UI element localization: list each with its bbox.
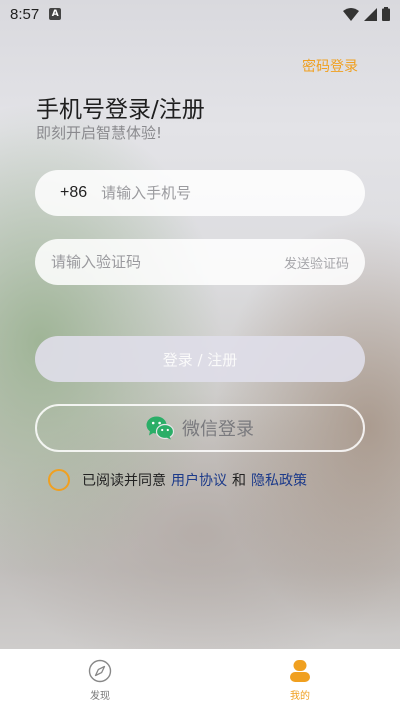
tab-discover-label: 发现 [90, 690, 110, 702]
login-register-label: 登录 / 注册 [162, 350, 238, 369]
send-code-button[interactable]: 发送验证码 [284, 253, 349, 272]
password-login-link[interactable]: 密码登录 [302, 56, 358, 76]
page-title: 手机号登录/注册 [36, 97, 205, 123]
verification-code-field: 发送验证码 [35, 239, 365, 285]
privacy-policy-link[interactable]: 隐私政策 [251, 470, 307, 490]
user-agreement-link[interactable]: 用户协议 [171, 470, 227, 490]
status-icons [343, 7, 390, 21]
agreement-prefix-text: 已阅读并同意 [82, 473, 166, 489]
page-subtitle: 即刻开启智慧体验! [36, 124, 163, 142]
wechat-icon [146, 416, 174, 440]
wechat-login-button[interactable]: 微信登录 [35, 404, 365, 452]
tab-discover[interactable]: 发现 [0, 649, 200, 711]
user-icon [290, 659, 310, 682]
tab-mine[interactable]: 我的 [200, 649, 400, 711]
signal-icon [364, 7, 377, 21]
login-register-button[interactable]: 登录 / 注册 [35, 336, 365, 382]
phone-field: +86 [35, 170, 365, 216]
country-code[interactable]: +86 [60, 184, 87, 202]
agreement-row: 已阅读并同意 用户协议 和 隐私政策 [48, 469, 312, 491]
battery-icon [382, 7, 390, 21]
wechat-login-label: 微信登录 [182, 419, 254, 440]
agreement-checkbox[interactable] [48, 469, 70, 491]
verification-code-input[interactable] [51, 253, 284, 271]
status-bar: 8:57 A [0, 0, 400, 28]
bottom-tab-bar: 发现 我的 [0, 649, 400, 711]
phone-input[interactable] [101, 184, 349, 202]
tab-mine-label: 我的 [290, 690, 310, 702]
status-time: 8:57 [10, 5, 40, 23]
wifi-icon [343, 7, 359, 21]
notification-badge: A [49, 8, 62, 20]
agreement-and-text: 和 [232, 473, 246, 489]
compass-icon [88, 659, 112, 682]
